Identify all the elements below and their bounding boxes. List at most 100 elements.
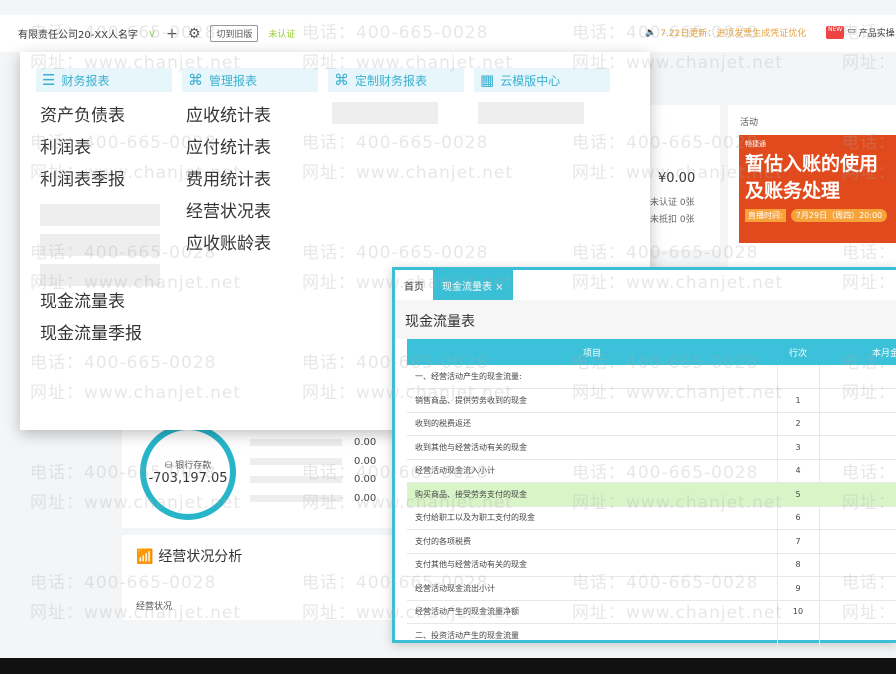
menu-header-label: 云模版中心 xyxy=(500,73,561,88)
bar-value: 0.00 xyxy=(354,437,377,448)
row-amount[interactable] xyxy=(819,459,896,483)
row-item: 销售商品、提供劳务收到的现金 xyxy=(407,388,777,413)
bank-icon: ⛁ xyxy=(164,461,176,471)
row-amount[interactable] xyxy=(819,553,896,577)
row-item: 经营活动现金流出小计 xyxy=(407,576,777,601)
table-row[interactable]: 收到的税费返还 2 xyxy=(407,412,896,436)
menu-header-label: 管理报表 xyxy=(209,73,258,88)
menu-item[interactable]: 费用统计表 xyxy=(186,164,318,196)
row-item: 收到的税费返还 xyxy=(407,412,777,436)
row-number xyxy=(776,365,820,389)
new-badge: NEW xyxy=(826,26,845,39)
menu-column-management: ⌘ 管理报表 应收统计表 应付统计表 费用统计表 经营状况表 应收账龄表 xyxy=(182,68,318,260)
unverified-status[interactable]: 未认证 xyxy=(268,27,295,40)
column-header: 项目 xyxy=(407,339,777,365)
tab-home[interactable]: 首页 xyxy=(395,270,433,300)
menu-item[interactable]: 应收账龄表 xyxy=(186,228,318,260)
speaker-icon: 🔈 xyxy=(645,27,657,38)
bank-label: 银行存款 xyxy=(175,461,212,471)
row-amount[interactable] xyxy=(819,576,896,601)
table-row[interactable]: 经营活动现金流出小计 9 xyxy=(407,576,896,601)
switch-old-version-button[interactable]: 切到旧版 xyxy=(210,25,259,42)
chart-icon: 📶 xyxy=(136,549,159,565)
table-row[interactable]: 购买商品、接受劳务支付的现金 5 xyxy=(407,482,896,507)
table-row[interactable]: 一、经营活动产生的现金流量: xyxy=(407,365,896,389)
table-row[interactable]: 收到其他与经营活动有关的现金 3 xyxy=(407,435,896,460)
bar-value: 0.00 xyxy=(354,456,377,467)
menu-item[interactable]: 现金流量表 xyxy=(40,286,172,318)
row-number: 4 xyxy=(776,459,820,483)
bar xyxy=(250,476,342,483)
table-row[interactable]: 支付给职工以及为职工支付的现金 6 xyxy=(407,506,896,530)
row-item: 经营活动现金流入小计 xyxy=(407,459,777,483)
banner-title-1: 暂估入账的使用 xyxy=(745,153,879,175)
table-row[interactable]: 支付的各项税费 7 xyxy=(407,529,896,554)
placeholder xyxy=(478,102,584,124)
menu-item[interactable]: 应收统计表 xyxy=(186,100,318,132)
cash-flow-window: 首页 现金流量表 × 现金流量表 项目 行次 本月金 一、经营活动产生的现金流量… xyxy=(392,267,896,648)
table-row[interactable]: 经营活动现金流入小计 4 xyxy=(407,459,896,483)
product-label: 产品实操 xyxy=(858,29,895,39)
row-number: 1 xyxy=(776,388,820,413)
table-row[interactable]: 销售商品、提供劳务收到的现金 1 xyxy=(407,388,896,413)
tab-cash-flow[interactable]: 现金流量表 × xyxy=(433,270,513,300)
row-number: 3 xyxy=(776,435,820,460)
bottom-bar xyxy=(0,658,896,674)
menu-item[interactable]: 利润表 xyxy=(40,132,172,164)
activity-title: 活动 xyxy=(740,118,759,128)
menu-item[interactable]: 现金流量季报 xyxy=(40,318,172,350)
row-number xyxy=(776,623,820,648)
row-amount[interactable] xyxy=(819,506,896,530)
table-row[interactable]: 二、投资活动产生的现金流量 xyxy=(407,623,896,648)
menu-item[interactable]: 应付统计表 xyxy=(186,132,318,164)
menu-column-templates: ▦ 云模版中心 xyxy=(474,68,610,132)
menu-header-label: 财务报表 xyxy=(61,73,110,88)
bar xyxy=(250,495,342,502)
report-icon: ⌘ xyxy=(334,71,349,89)
row-amount[interactable] xyxy=(819,435,896,460)
row-number: 7 xyxy=(776,529,820,554)
menu-item[interactable]: 经营状况表 xyxy=(186,196,318,228)
menu-column-financial: ☰ 财务报表 资产负债表 利润表 利润表季报 现金流量表 现金流量季报 xyxy=(36,68,172,350)
row-item: 二、投资活动产生的现金流量 xyxy=(407,623,777,648)
row-item: 购买商品、接受劳务支付的现金 xyxy=(407,482,777,507)
bank-balance-ring: ⛁ 银行存款 -703,197.05 xyxy=(140,424,236,520)
menu-header: ⌘ 定制财务报表 xyxy=(328,68,464,92)
table-row[interactable]: 经营活动产生的现金流量净额 10 xyxy=(407,600,896,624)
template-icon: ▦ xyxy=(480,71,495,89)
report-icon: ⌘ xyxy=(188,71,203,89)
placeholder xyxy=(40,234,160,256)
table-row[interactable]: 支付其他与经营活动有关的现金 8 xyxy=(407,553,896,577)
row-amount[interactable] xyxy=(819,388,896,413)
row-amount[interactable] xyxy=(819,365,896,389)
tab-bar: 首页 现金流量表 × xyxy=(395,270,896,300)
analysis-card: 📶 经营状况分析 经营状况 xyxy=(122,535,392,620)
banner-brand: 畅捷通 xyxy=(745,140,766,148)
chevron-down-icon[interactable]: ∨ xyxy=(148,27,156,40)
row-item: 支付给职工以及为职工支付的现金 xyxy=(407,506,777,530)
menu-header: ☰ 财务报表 xyxy=(36,68,172,92)
row-amount[interactable] xyxy=(819,529,896,554)
plus-icon[interactable]: + xyxy=(166,26,178,42)
row-amount[interactable] xyxy=(819,412,896,436)
menu-item[interactable]: 资产负债表 xyxy=(40,100,172,132)
row-amount[interactable] xyxy=(819,482,896,507)
gear-icon[interactable]: ⚙ xyxy=(188,26,201,42)
notice-text: 7.22日更新：进项发票生成凭证优化 xyxy=(660,29,807,39)
video-icon: ▭ xyxy=(847,26,856,36)
update-notice[interactable]: 🔈 7.22日更新：进项发票生成凭证优化 xyxy=(645,26,807,40)
row-item: 一、经营活动产生的现金流量: xyxy=(407,365,777,389)
activity-banner[interactable]: 畅捷通 暂估入账的使用 及账务处理 直播时间: 7月29日（周四）20:00 xyxy=(739,135,896,243)
company-selector[interactable]: 有限责任公司20-XX人名字 xyxy=(18,26,138,41)
row-amount[interactable] xyxy=(819,600,896,624)
column-header: 本月金 xyxy=(819,339,896,365)
menu-header: ▦ 云模版中心 xyxy=(474,68,610,92)
row-item: 支付的各项税费 xyxy=(407,529,777,554)
row-amount[interactable] xyxy=(819,623,896,648)
analysis-subtitle: 经营状况 xyxy=(136,602,173,612)
invoice-amount: ¥0.00 xyxy=(658,171,696,186)
product-demo-link[interactable]: NEW ▭ 产品实操 xyxy=(826,26,895,39)
placeholder xyxy=(332,102,438,124)
menu-item[interactable]: 利润表季报 xyxy=(40,164,172,196)
page-title: 现金流量表 xyxy=(395,300,896,339)
